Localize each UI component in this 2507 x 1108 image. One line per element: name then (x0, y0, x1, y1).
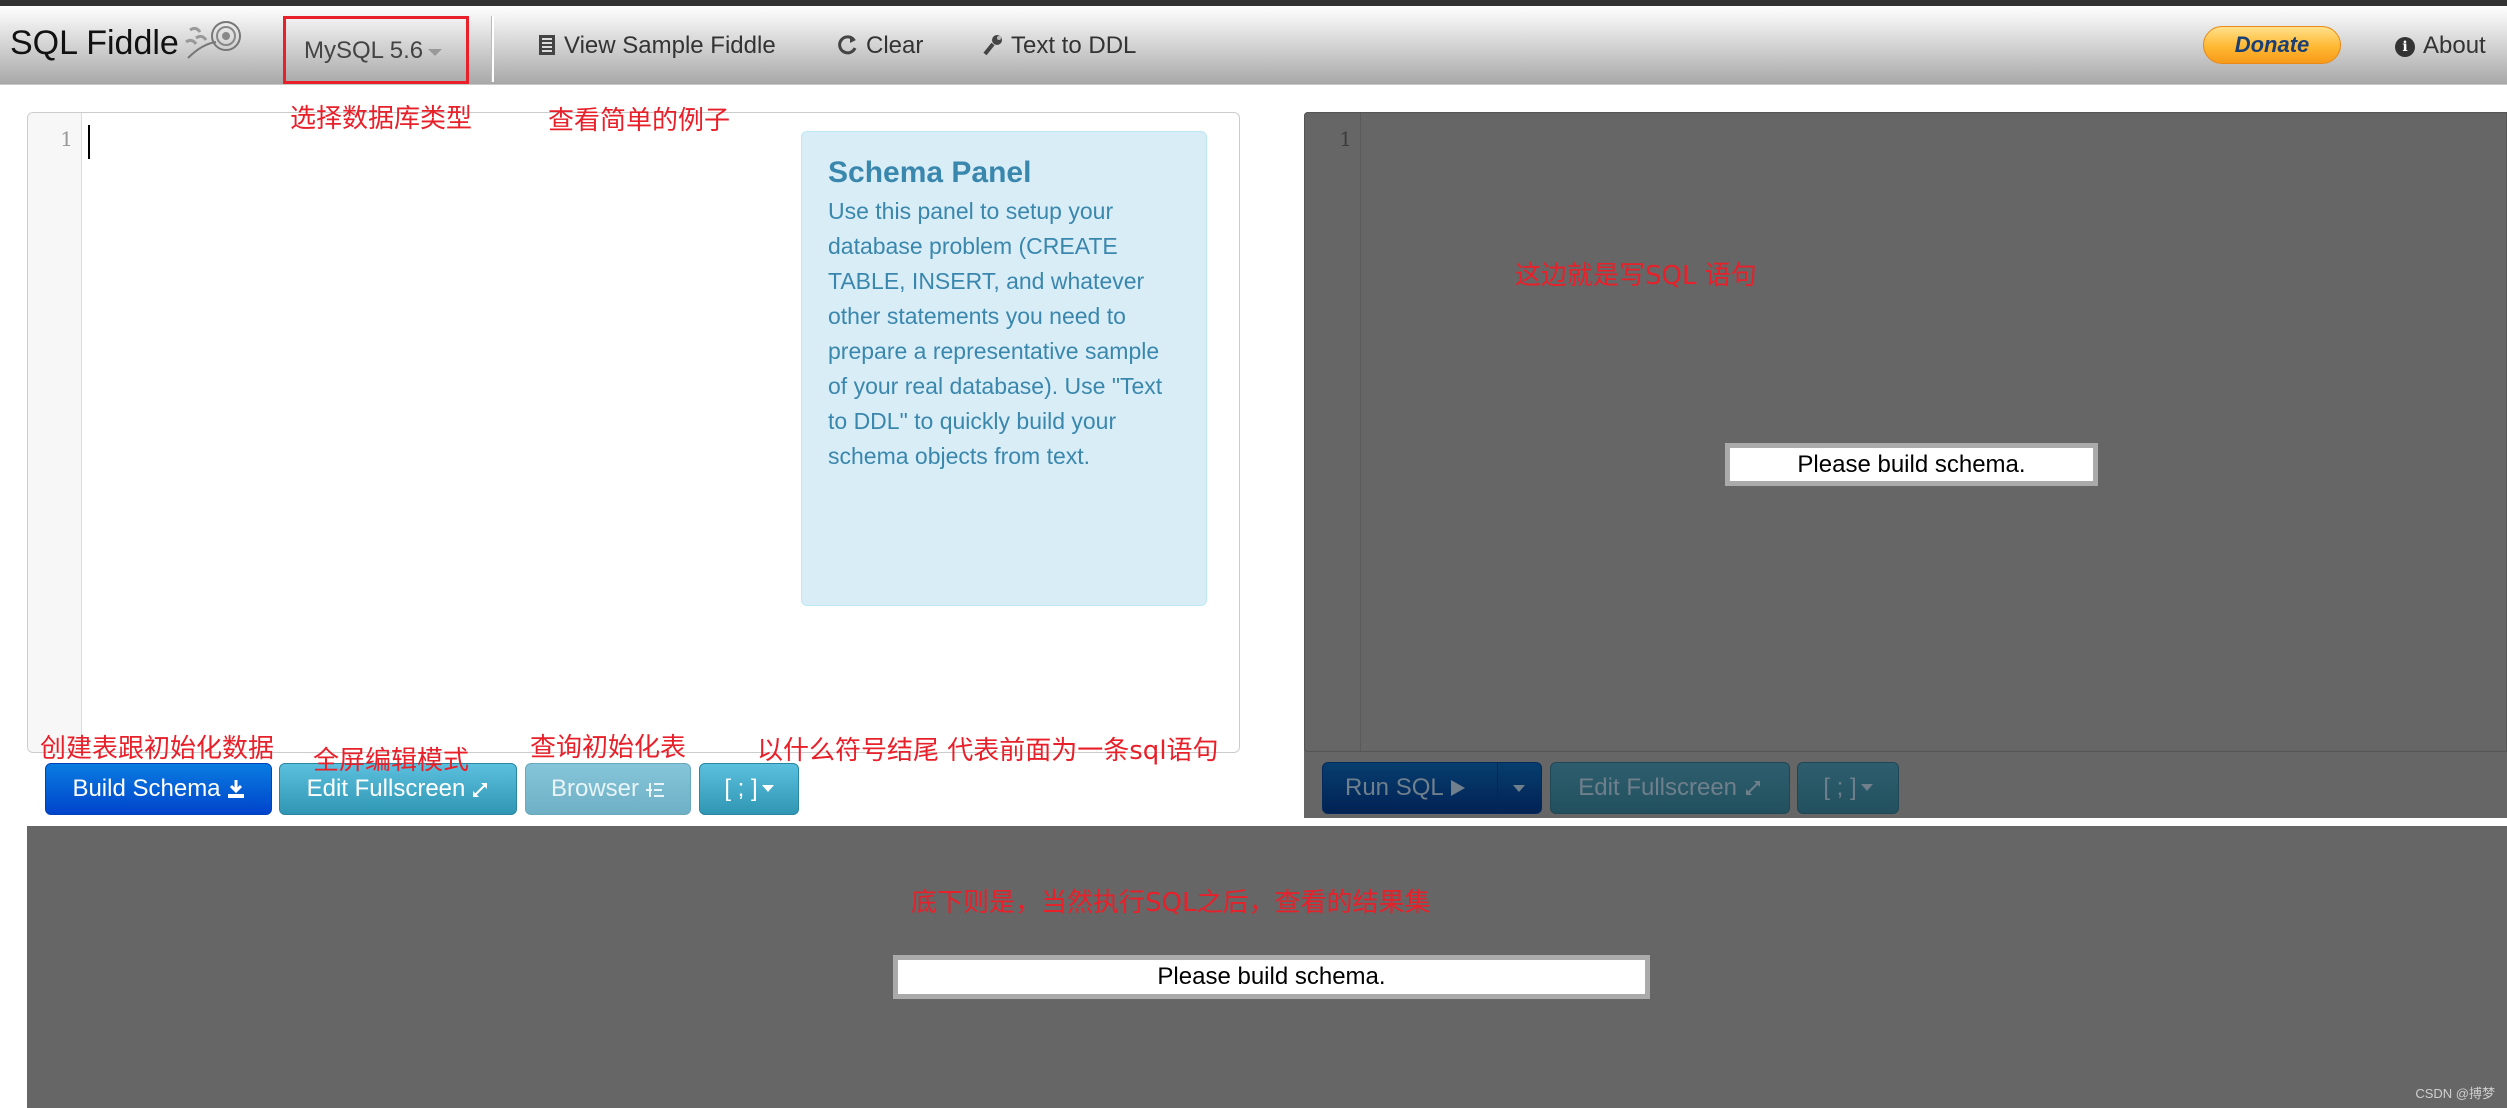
wrench-icon (983, 35, 1002, 56)
clear-link[interactable]: Clear (838, 32, 923, 60)
line-number: 1 (1339, 127, 1352, 151)
schema-help-text: Use this panel to setup your database pr… (828, 198, 1163, 469)
about-link[interactable]: i About (2395, 32, 2486, 60)
run-sql-label: Run SQL (1345, 763, 1466, 813)
chevron-down-icon (428, 49, 442, 56)
expand-icon (1745, 781, 1760, 795)
navbar: SQL Fiddle MySQL 5.6 View Sample Fiddle … (0, 6, 2507, 85)
annotation-build: 创建表跟初始化数据 (40, 734, 275, 764)
fern-logo-icon (185, 21, 241, 59)
sql-terminator-label: [ ; ] (1823, 774, 1857, 801)
schema-browser-button[interactable]: Browser (525, 763, 691, 815)
build-schema-button[interactable]: Build Schema (45, 763, 272, 815)
about-label: About (2423, 32, 2486, 59)
sql-editor-gutter: 1 (1305, 113, 1361, 751)
schema-terminator-dropdown[interactable]: [ ; ] (699, 763, 799, 815)
annotation-sample: 查看简单的例子 (548, 106, 731, 136)
annotation-fullscreen: 全屏编辑模式 (313, 746, 470, 776)
text-to-ddl-label: Text to DDL (1011, 32, 1137, 59)
navbar-divider (491, 16, 494, 82)
tree-icon (646, 783, 665, 797)
annotation-terminator: 以什么符号结尾 代表前面为一条sql语句 (757, 736, 1219, 766)
clear-label: Clear (866, 32, 924, 59)
schema-editor-gutter: 1 (28, 113, 82, 752)
view-sample-fiddle-label: View Sample Fiddle (564, 32, 776, 59)
brand-title[interactable]: SQL Fiddle (10, 24, 179, 63)
sql-editor[interactable]: 1 (1304, 112, 2507, 752)
annotation-sql-editor: 这边就是写SQL 语句 (1515, 261, 1757, 291)
chevron-down-icon (761, 785, 774, 792)
sql-edit-fullscreen-label: Edit Fullscreen (1578, 774, 1738, 801)
edit-fullscreen-label: Edit Fullscreen (306, 775, 466, 802)
sql-terminator-dropdown[interactable]: [ ; ] (1797, 762, 1899, 814)
refresh-icon (838, 35, 857, 55)
schema-editor[interactable]: 1 Schema Panel Use this panel to setup y… (27, 112, 1240, 753)
results-message-text: Please build schema. (1157, 963, 1386, 990)
schema-browser-label: Browser (550, 775, 640, 802)
button-split-divider (1497, 763, 1498, 813)
chevron-down-icon (1860, 784, 1873, 791)
schema-help-title: Schema Panel (828, 156, 1032, 189)
annotation-db-type: 选择数据库类型 (290, 104, 473, 134)
annotation-results: 底下则是，当然执行SQL之后，查看的结果集 (911, 888, 1431, 918)
run-sql-button[interactable]: Run SQL (1322, 762, 1542, 814)
sql-edit-fullscreen-button[interactable]: Edit Fullscreen (1550, 762, 1790, 814)
schema-help-panel: Schema Panel Use this panel to setup you… (801, 131, 1207, 606)
database-select[interactable]: MySQL 5.6 (283, 16, 469, 84)
schema-terminator-label: [ ; ] (724, 775, 758, 802)
play-icon (1450, 780, 1465, 796)
expand-icon (473, 783, 488, 797)
chevron-down-icon[interactable] (1513, 785, 1525, 792)
text-to-ddl-link[interactable]: Text to DDL (983, 32, 1136, 60)
database-select-value: MySQL 5.6 (304, 37, 424, 64)
text-cursor (88, 125, 90, 159)
annotation-browser: 查询初始化表 (530, 733, 687, 763)
build-schema-label: Build Schema (72, 775, 221, 802)
results-message-box: Please build schema. (893, 955, 1650, 999)
sql-message-text: Please build schema. (1797, 451, 2026, 478)
view-sample-fiddle-link[interactable]: View Sample Fiddle (538, 32, 776, 60)
sql-message-box: Please build schema. (1725, 443, 2098, 486)
watermark: CSDN @搏梦 (2415, 1086, 2495, 1101)
download-icon (227, 780, 244, 798)
list-icon (539, 35, 555, 55)
donate-button[interactable]: Donate (2203, 26, 2341, 64)
info-icon: i (2395, 37, 2415, 57)
line-number: 1 (60, 127, 73, 151)
